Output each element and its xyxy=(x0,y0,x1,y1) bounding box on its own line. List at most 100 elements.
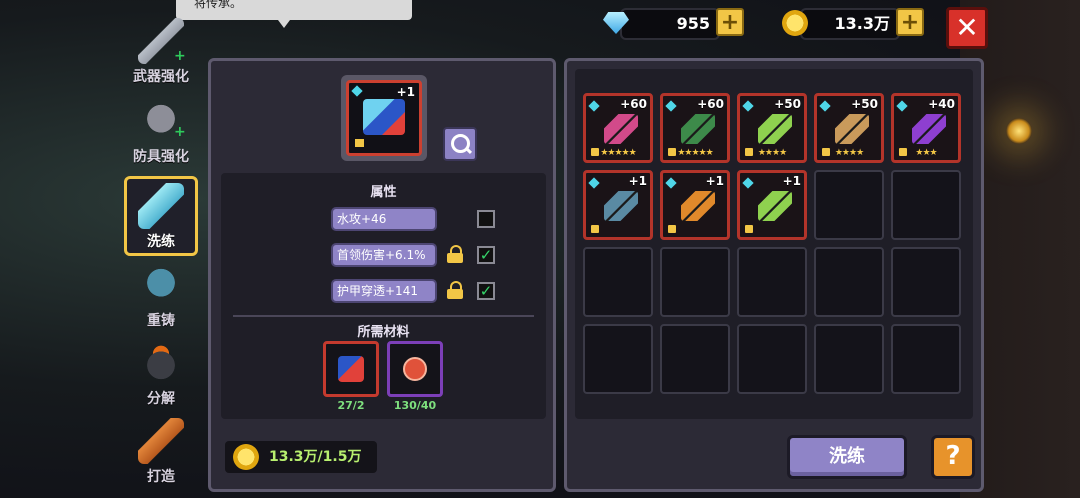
add-coins-button[interactable]: + xyxy=(896,8,924,36)
inventory-empty-slot[interactable] xyxy=(660,324,730,394)
selected-item-slot[interactable]: +1 xyxy=(341,75,427,161)
attribute-checkbox-3[interactable]: ✓ xyxy=(477,282,495,300)
coin-counter: 13.3万 xyxy=(800,8,900,40)
hammer-icon xyxy=(138,418,184,464)
item-level: +50 xyxy=(774,97,801,111)
inventory-empty-slot[interactable] xyxy=(891,247,961,317)
tooltip: 将传承。 xyxy=(176,0,412,28)
item-level: +50 xyxy=(851,97,878,111)
help-button[interactable]: ? xyxy=(931,435,975,479)
menu-label: 分解 xyxy=(147,391,175,407)
menu-forge[interactable]: 打造 xyxy=(126,418,196,494)
menu-label: 重铸 xyxy=(147,313,175,329)
inventory-empty-slot[interactable] xyxy=(660,247,730,317)
inventory-empty-slot[interactable] xyxy=(583,247,653,317)
weapon-icon xyxy=(604,191,638,221)
materials-title: 所需材料 xyxy=(357,325,410,340)
lamp-light xyxy=(1006,118,1032,144)
gem-socket-icon xyxy=(665,100,677,112)
lock-icon xyxy=(899,148,907,156)
cauldron-icon xyxy=(138,340,184,386)
inventory-empty-slot[interactable] xyxy=(814,247,884,317)
weapon-icon xyxy=(912,114,946,144)
menu-armor-enhance[interactable]: + 防具强化 xyxy=(126,98,196,174)
gem-socket-icon xyxy=(819,100,831,112)
gem-socket-icon xyxy=(588,100,600,112)
attribute-row-2: 首领伤害+6.1% xyxy=(331,243,437,267)
gem-socket-icon xyxy=(351,85,363,97)
inventory-item[interactable]: +50 ★★★★ xyxy=(814,93,884,163)
inventory-empty-slot[interactable] xyxy=(891,170,961,240)
item-level: +1 xyxy=(705,174,724,188)
attribute-box: 属性 水攻+46 首领伤害+6.1% ✓ 护甲穿透+141 ✓ 所需材料 27/… xyxy=(221,173,546,419)
inventory-item[interactable]: +60 ★★★★★ xyxy=(660,93,730,163)
coin-count: 13.3万 xyxy=(834,14,890,33)
weapon-icon xyxy=(758,114,792,144)
tooltip-text: 将传承。 xyxy=(194,0,243,10)
cost-text: 13.3万/1.5万 xyxy=(269,449,362,465)
menu-label: 打造 xyxy=(147,469,175,485)
close-button[interactable]: ✕ xyxy=(946,7,988,49)
coin-icon xyxy=(782,10,808,36)
armor-gem-icon xyxy=(138,262,184,308)
add-gems-button[interactable]: + xyxy=(716,8,744,36)
gem-socket-icon xyxy=(896,100,908,112)
item-level: +60 xyxy=(697,97,724,111)
inventory-empty-slot[interactable] xyxy=(891,324,961,394)
gem-socket-icon xyxy=(742,100,754,112)
menu-selected-frame: 洗练 xyxy=(124,176,198,256)
item-level: +1 xyxy=(396,85,415,99)
inventory-item[interactable]: +1 xyxy=(737,170,807,240)
menu-recast[interactable]: 重铸 xyxy=(126,262,196,338)
wash-panel: +1 属性 水攻+46 首领伤害+6.1% ✓ 护甲穿透+141 ✓ 所需材料 … xyxy=(208,58,556,492)
lock-icon xyxy=(668,225,676,233)
inventory-item[interactable]: +1 xyxy=(583,170,653,240)
gem-socket-icon xyxy=(665,177,677,189)
item-level: +1 xyxy=(628,174,647,188)
menu-wash[interactable]: 洗练 xyxy=(124,176,198,256)
inventory-empty-slot[interactable] xyxy=(814,170,884,240)
material-slot-2[interactable] xyxy=(387,341,443,397)
weapon-icon xyxy=(604,114,638,144)
inventory-item[interactable]: +1 xyxy=(660,170,730,240)
menu-label: 防具强化 xyxy=(133,149,189,165)
attribute-row-1: 水攻+46 xyxy=(331,207,437,231)
weapon-icon xyxy=(758,191,792,221)
material-slot-1[interactable] xyxy=(323,341,379,397)
inventory-empty-slot[interactable] xyxy=(737,324,807,394)
inventory-item[interactable]: +50 ★★★★ xyxy=(737,93,807,163)
weapon-icon xyxy=(681,114,715,144)
wash-stone-icon xyxy=(403,357,427,381)
menu-weapon-enhance[interactable]: + 武器强化 xyxy=(126,18,196,94)
lock-icon xyxy=(591,225,599,233)
selected-item-frame: +1 xyxy=(346,80,422,156)
crystal-sword-icon xyxy=(138,183,184,229)
inventory-item[interactable]: +40 ★★★ xyxy=(891,93,961,163)
inventory-item[interactable]: +60 ★★★★★ xyxy=(583,93,653,163)
inventory-empty-slot[interactable] xyxy=(583,324,653,394)
lock-icon xyxy=(447,245,463,263)
lock-icon xyxy=(745,148,753,156)
item-level: +40 xyxy=(928,97,955,111)
weapon-icon xyxy=(681,191,715,221)
gem-socket-icon xyxy=(742,177,754,189)
gem-socket-icon xyxy=(588,177,600,189)
wash-button[interactable]: 洗练 xyxy=(787,435,907,479)
attribute-checkbox-1[interactable] xyxy=(477,210,495,228)
weapon-icon xyxy=(835,114,869,144)
attribute-checkbox-2[interactable]: ✓ xyxy=(477,246,495,264)
menu-decompose[interactable]: 分解 xyxy=(126,340,196,416)
item-level: +60 xyxy=(620,97,647,111)
lock-icon xyxy=(447,281,463,299)
lock-icon xyxy=(822,148,830,156)
lock-icon xyxy=(745,225,753,233)
menu-label: 武器强化 xyxy=(133,69,189,85)
inventory-empty-slot[interactable] xyxy=(737,247,807,317)
inventory-panel: +60 ★★★★★ +60 ★★★★★ +50 ★★★★ +50 ★★★★ +40 ★★★ +1 +1… xyxy=(564,58,984,492)
attributes-title: 属性 xyxy=(370,185,397,200)
item-level: +1 xyxy=(782,174,801,188)
lock-icon xyxy=(668,148,676,156)
inspect-button[interactable] xyxy=(443,127,477,161)
inventory-empty-slot[interactable] xyxy=(814,324,884,394)
menu-label: 洗练 xyxy=(147,234,175,250)
